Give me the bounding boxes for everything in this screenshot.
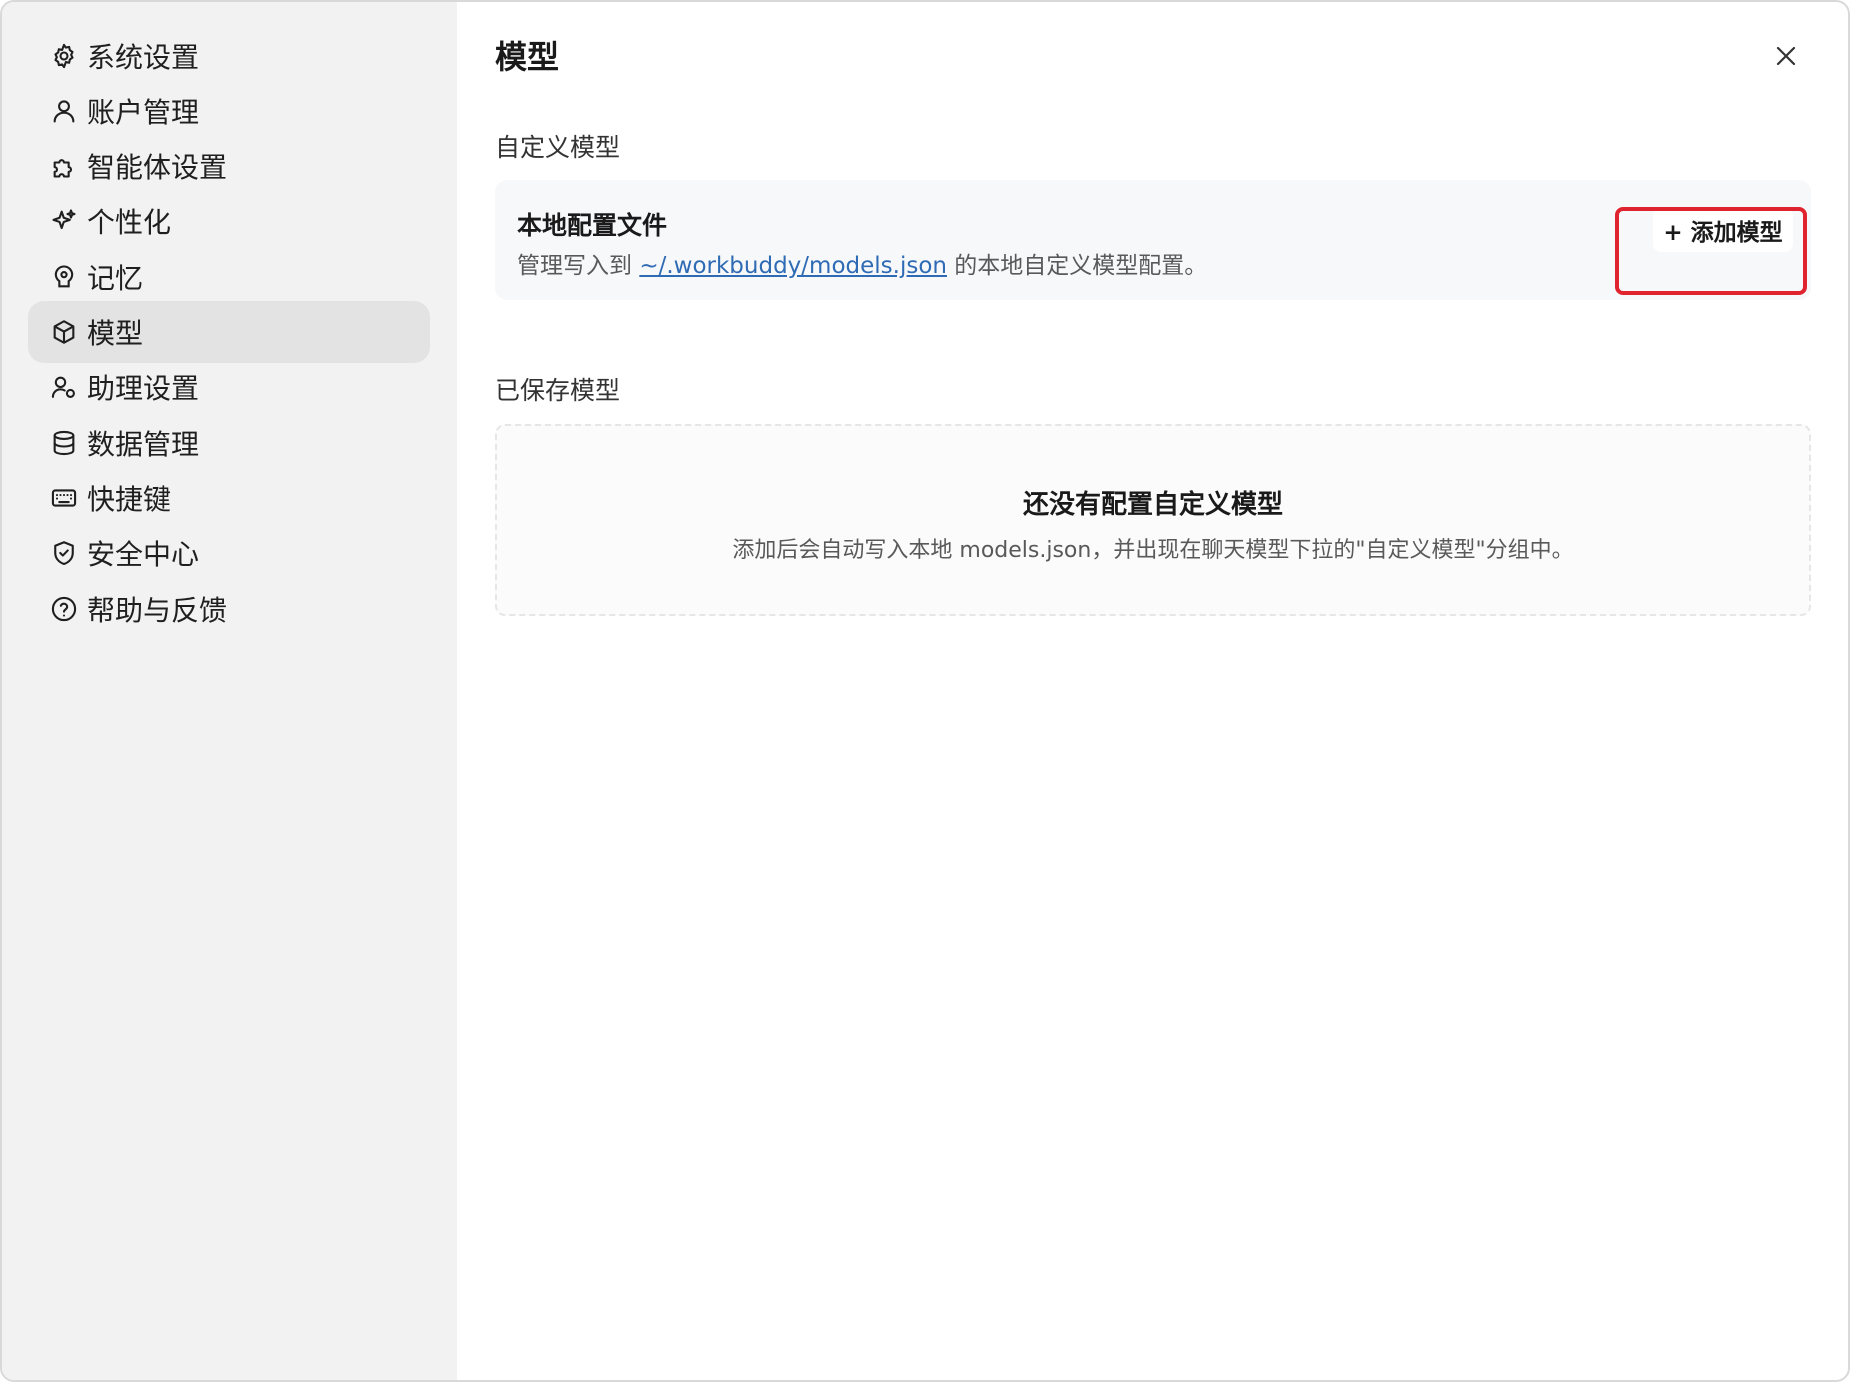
sidebar-item-data-management[interactable]: 数据管理 xyxy=(28,412,430,474)
add-model-button[interactable]: + 添加模型 xyxy=(1653,208,1793,252)
assistant-icon xyxy=(49,372,79,402)
gear-icon xyxy=(49,41,79,71)
local-config-desc-prefix: 管理写入到 xyxy=(517,253,640,279)
database-icon xyxy=(49,428,79,458)
close-icon xyxy=(1776,46,1796,66)
empty-state-description: 添加后会自动写入本地 models.json，并出现在聊天模型下拉的"自定义模型… xyxy=(732,538,1574,563)
local-config-desc-suffix: 的本地自定义模型配置。 xyxy=(946,253,1208,279)
sidebar-item-label: 系统设置 xyxy=(87,41,200,74)
sidebar-item-label: 记忆 xyxy=(87,262,144,295)
sidebar-item-label: 智能体设置 xyxy=(87,151,228,184)
sidebar-item-label: 帮助与反馈 xyxy=(87,594,228,627)
sidebar-item-label: 模型 xyxy=(87,317,144,350)
close-button[interactable] xyxy=(1768,38,1804,74)
help-circle-icon xyxy=(49,594,79,624)
sidebar-item-memory[interactable]: 记忆 xyxy=(28,246,430,308)
custom-models-section-label: 自定义模型 xyxy=(495,133,621,162)
sidebar-item-security-center[interactable]: 安全中心 xyxy=(28,522,430,584)
sidebar-item-label: 数据管理 xyxy=(87,428,200,461)
models-panel: 模型 自定义模型 本地配置文件 管理写入到 ~/.workbuddy/model… xyxy=(457,2,1848,1380)
keyboard-icon xyxy=(49,483,79,513)
config-path-link[interactable]: ~/.workbuddy/models.json xyxy=(639,253,947,279)
puzzle-icon xyxy=(49,151,79,181)
sidebar-item-label: 快捷键 xyxy=(87,483,172,516)
sidebar-item-assistant-settings[interactable]: 助理设置 xyxy=(28,356,430,418)
sidebar-item-personalization[interactable]: 个性化 xyxy=(28,190,430,252)
sidebar-item-system-settings[interactable]: 系统设置 xyxy=(28,25,430,87)
sidebar-item-label: 助理设置 xyxy=(87,372,200,405)
sidebar-item-account[interactable]: 账户管理 xyxy=(28,80,430,142)
sidebar-item-shortcuts[interactable]: 快捷键 xyxy=(28,467,430,529)
sidebar-item-agent-settings[interactable]: 智能体设置 xyxy=(28,135,430,197)
sparkles-icon xyxy=(49,206,79,236)
sidebar-item-label: 个性化 xyxy=(87,206,172,239)
page-title: 模型 xyxy=(495,38,560,76)
settings-window: 系统设置 账户管理 智能体设置 个性化 记忆 模型 助理设置 数据管理 快捷键 … xyxy=(0,0,1850,1382)
shield-icon xyxy=(49,538,79,568)
sidebar-item-models[interactable]: 模型 xyxy=(28,301,430,363)
local-config-card: 本地配置文件 管理写入到 ~/.workbuddy/models.json 的本… xyxy=(495,180,1811,300)
saved-models-section-label: 已保存模型 xyxy=(495,376,621,405)
sidebar-item-label: 账户管理 xyxy=(87,96,200,129)
empty-state: 还没有配置自定义模型 添加后会自动写入本地 models.json，并出现在聊天… xyxy=(495,424,1811,616)
empty-state-title: 还没有配置自定义模型 xyxy=(1022,490,1283,520)
sidebar-item-help-feedback[interactable]: 帮助与反馈 xyxy=(28,578,430,640)
sidebar-item-label: 安全中心 xyxy=(87,538,200,571)
cube-icon xyxy=(49,317,79,347)
user-icon xyxy=(49,96,79,126)
local-config-description: 管理写入到 ~/.workbuddy/models.json 的本地自定义模型配… xyxy=(517,246,1207,280)
local-config-title: 本地配置文件 xyxy=(517,211,668,240)
settings-sidebar: 系统设置 账户管理 智能体设置 个性化 记忆 模型 助理设置 数据管理 快捷键 … xyxy=(2,2,457,1380)
memory-icon xyxy=(49,262,79,292)
